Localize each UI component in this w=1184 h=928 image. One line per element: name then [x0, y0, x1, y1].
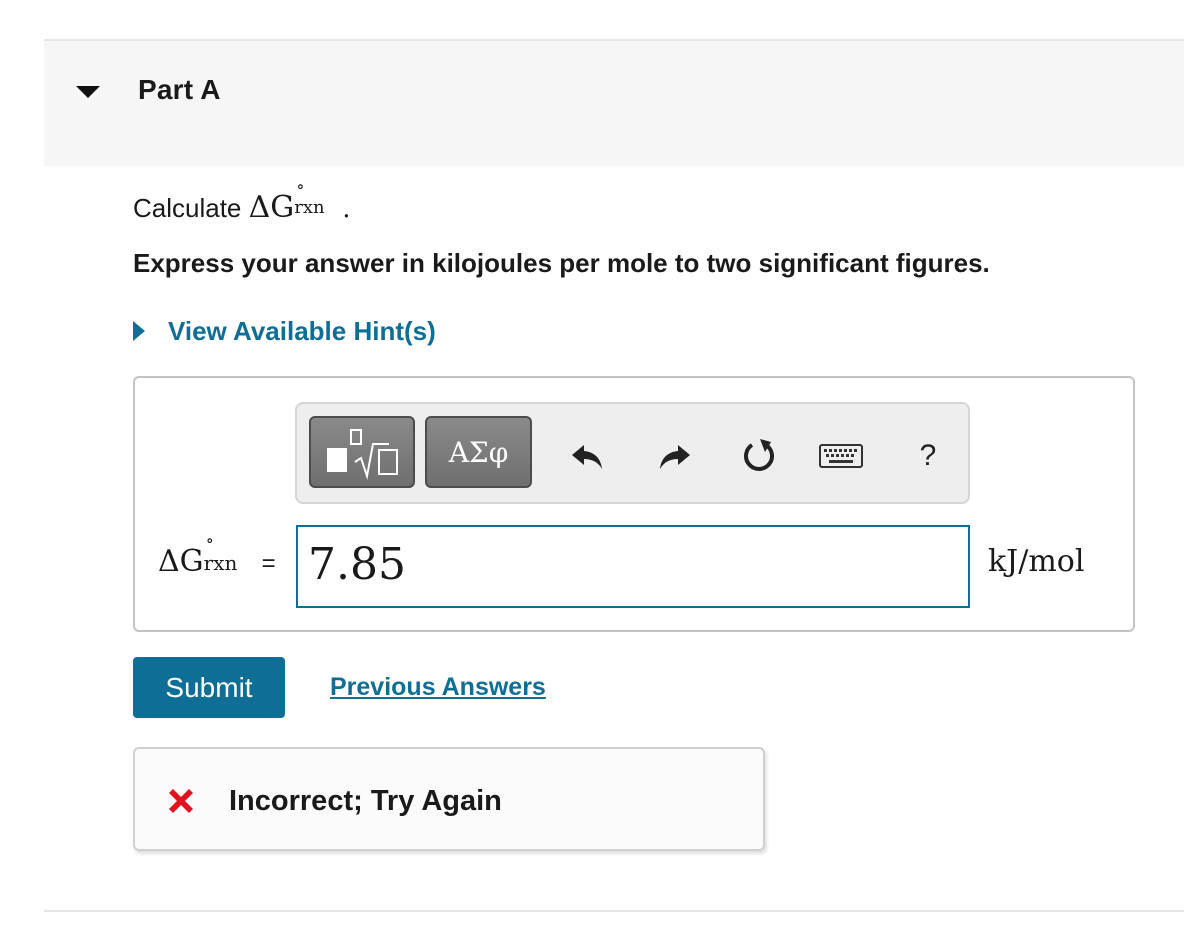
- answer-input[interactable]: 7.85: [296, 525, 970, 608]
- reset-icon: [744, 439, 774, 471]
- delta-g-text: ΔG: [248, 190, 295, 225]
- question-prefix: Calculate: [133, 193, 242, 223]
- rxn-subscript: rxn: [294, 197, 325, 218]
- x-mark-icon: [169, 789, 193, 813]
- previous-answers-link[interactable]: Previous Answers: [330, 673, 546, 702]
- part-title: Part A: [138, 74, 221, 105]
- instruction-text: Express your answer in kilojoules per mo…: [133, 248, 990, 278]
- delta-g-symbol: ΔG ∘ rxn: [248, 177, 343, 225]
- templates-button[interactable]: [309, 416, 415, 488]
- answer-label-symbol: ΔG: [158, 544, 204, 579]
- question-prompt: Calculate ΔG ∘ rxn.: [133, 177, 351, 225]
- help-button[interactable]: ?: [906, 434, 950, 478]
- greek-symbols-button[interactable]: ΑΣφ: [425, 416, 532, 488]
- keyboard-button[interactable]: [819, 434, 863, 478]
- expand-caret-icon[interactable]: [133, 321, 145, 341]
- bottom-divider: [44, 910, 1184, 912]
- answer-label-superscript: ∘: [205, 531, 214, 551]
- feedback-text: Incorrect; Try Again: [229, 785, 502, 817]
- greek-symbols-label: ΑΣφ: [448, 435, 509, 469]
- feedback-box: Incorrect; Try Again: [133, 747, 765, 851]
- redo-icon: [660, 445, 690, 469]
- collapse-caret-icon[interactable]: [76, 86, 100, 98]
- answer-label-subscript: rxn: [203, 551, 238, 575]
- undo-icon: [572, 445, 602, 469]
- reset-button[interactable]: [737, 434, 781, 478]
- question-suffix: .: [342, 194, 351, 224]
- undo-button[interactable]: [565, 434, 609, 478]
- equals-sign: =: [261, 550, 276, 577]
- submit-button[interactable]: Submit: [133, 657, 285, 718]
- answer-label: ΔG ∘ rxn =: [158, 531, 276, 579]
- hint-toggle[interactable]: View Available Hint(s): [133, 313, 436, 349]
- keyboard-icon: [819, 444, 863, 468]
- hint-link[interactable]: View Available Hint(s): [168, 316, 436, 347]
- templates-sqrt-icon: [327, 429, 398, 480]
- standard-state-superscript: ∘: [296, 177, 305, 197]
- redo-button[interactable]: [653, 434, 697, 478]
- unit-label: kJ/mol: [988, 544, 1085, 579]
- math-toolbar: ΑΣφ ?: [295, 402, 970, 504]
